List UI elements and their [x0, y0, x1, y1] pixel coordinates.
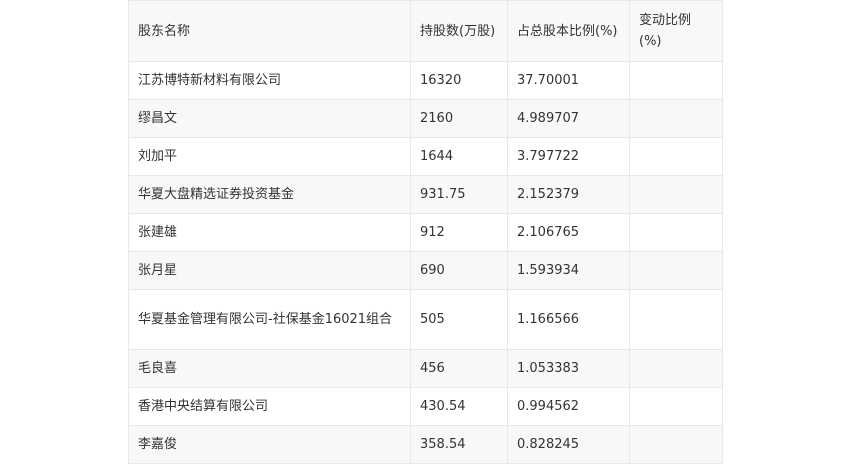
cell-shares: 690	[410, 251, 508, 290]
table-row: 华夏基金管理有限公司-社保基金16021组合 505 1.166566	[128, 289, 723, 350]
cell-ratio: 37.70001	[507, 61, 630, 100]
header-shares: 持股数(万股)	[410, 0, 508, 62]
cell-change	[629, 175, 723, 214]
table-row: 江苏博特新材料有限公司 16320 37.70001	[128, 61, 723, 100]
cell-name: 毛良喜	[128, 349, 411, 388]
cell-change	[629, 349, 723, 388]
cell-ratio: 1.593934	[507, 251, 630, 290]
cell-change	[629, 289, 723, 350]
table-row: 刘加平 1644 3.797722	[128, 137, 723, 176]
table-row: 缪昌文 2160 4.989707	[128, 99, 723, 138]
cell-name: 张建雄	[128, 213, 411, 252]
table-row: 张月星 690 1.593934	[128, 251, 723, 290]
cell-shares: 505	[410, 289, 508, 350]
cell-ratio: 2.106765	[507, 213, 630, 252]
cell-ratio: 1.053383	[507, 349, 630, 388]
cell-change	[629, 99, 723, 138]
cell-name: 江苏博特新材料有限公司	[128, 61, 411, 100]
cell-ratio: 4.989707	[507, 99, 630, 138]
table-body: 江苏博特新材料有限公司 16320 37.70001 缪昌文 2160 4.98…	[128, 61, 723, 464]
cell-name: 李嘉俊	[128, 425, 411, 464]
cell-ratio: 2.152379	[507, 175, 630, 214]
cell-name: 香港中央结算有限公司	[128, 387, 411, 426]
shareholder-table: 股东名称 持股数(万股) 占总股本比例(%) 变动比例(%) 江苏博特新材料有限…	[128, 0, 723, 464]
cell-shares: 430.54	[410, 387, 508, 426]
cell-name: 华夏大盘精选证券投资基金	[128, 175, 411, 214]
table-row: 香港中央结算有限公司 430.54 0.994562	[128, 387, 723, 426]
cell-shares: 1644	[410, 137, 508, 176]
table-header: 股东名称 持股数(万股) 占总股本比例(%) 变动比例(%)	[128, 0, 723, 62]
header-ratio: 占总股本比例(%)	[507, 0, 630, 62]
cell-shares: 2160	[410, 99, 508, 138]
table-row: 张建雄 912 2.106765	[128, 213, 723, 252]
cell-name: 刘加平	[128, 137, 411, 176]
cell-name: 张月星	[128, 251, 411, 290]
cell-shares: 16320	[410, 61, 508, 100]
cell-ratio: 0.994562	[507, 387, 630, 426]
cell-change	[629, 387, 723, 426]
cell-ratio: 1.166566	[507, 289, 630, 350]
cell-change	[629, 213, 723, 252]
cell-shares: 456	[410, 349, 508, 388]
cell-shares: 358.54	[410, 425, 508, 464]
header-shareholder-name: 股东名称	[128, 0, 411, 62]
shareholder-table-container: 股东名称 持股数(万股) 占总股本比例(%) 变动比例(%) 江苏博特新材料有限…	[128, 0, 723, 464]
table-row: 华夏大盘精选证券投资基金 931.75 2.152379	[128, 175, 723, 214]
header-change: 变动比例(%)	[629, 0, 723, 62]
header-row: 股东名称 持股数(万股) 占总股本比例(%) 变动比例(%)	[128, 0, 723, 62]
cell-change	[629, 251, 723, 290]
cell-change	[629, 425, 723, 464]
table-row: 李嘉俊 358.54 0.828245	[128, 425, 723, 464]
cell-change	[629, 61, 723, 100]
table-row: 毛良喜 456 1.053383	[128, 349, 723, 388]
cell-change	[629, 137, 723, 176]
cell-name: 华夏基金管理有限公司-社保基金16021组合	[128, 289, 411, 350]
cell-ratio: 3.797722	[507, 137, 630, 176]
cell-shares: 912	[410, 213, 508, 252]
cell-name: 缪昌文	[128, 99, 411, 138]
cell-ratio: 0.828245	[507, 425, 630, 464]
cell-shares: 931.75	[410, 175, 508, 214]
